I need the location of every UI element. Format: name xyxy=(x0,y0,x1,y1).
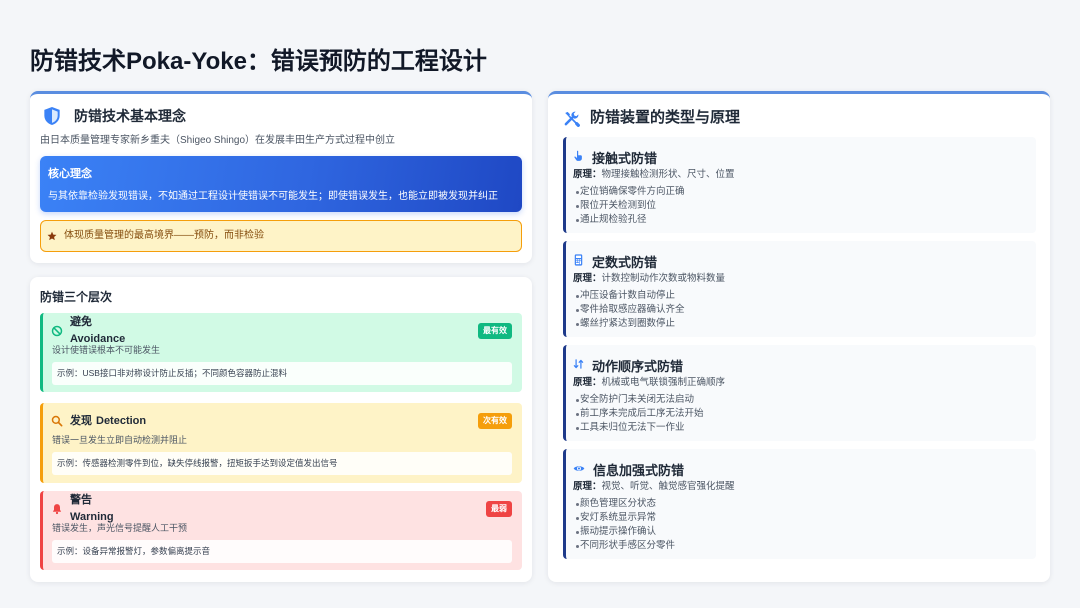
list-item: 振动提示操作确认 xyxy=(573,525,1026,539)
list-item: 螺丝拧紧达到圈数停止 xyxy=(573,317,1026,331)
device-principle: 原理：视觉、听觉、触觉感官强化提醒 xyxy=(573,481,1026,493)
principle-label: 原理： xyxy=(573,377,602,388)
principle-text: 计数控制动作次数或物料数量 xyxy=(601,273,726,284)
effectiveness-badge: 次有效 xyxy=(478,413,512,429)
list-item: 定位销确保零件方向正确 xyxy=(573,185,1026,199)
level-name-zh: 警告 xyxy=(70,494,92,506)
device-name: 信息加强式防错 xyxy=(593,463,685,478)
device-card-contact: 接触式防错 原理：物理接触检测形状、尺寸、位置 定位销确保零件方向正确 限位开关… xyxy=(563,137,1036,233)
level-title: 发现 Detection xyxy=(70,413,146,430)
level-example: 示例：USB接口非对称设计防止反插；不同颜色容器防止混料 xyxy=(52,362,512,385)
device-principle: 原理：物理接触检测形状、尺寸、位置 xyxy=(573,169,1026,181)
principle-text: 物理接触检测形状、尺寸、位置 xyxy=(601,169,735,180)
devices-card: 防错装置的类型与原理 接触式防错 原理：物理接触检测形状、尺寸、位置 定位销确保… xyxy=(548,91,1050,582)
philosophy-card: 防错技术基本理念 由日本质量管理专家新乡重夫（Shigeo Shingo）在发展… xyxy=(30,91,532,263)
device-points: 定位销确保零件方向正确 限位开关检测到位 通止规检验孔径 xyxy=(573,185,1026,227)
principle-label: 原理： xyxy=(573,169,602,180)
effectiveness-badge: 最有效 xyxy=(478,323,512,339)
calculator-icon xyxy=(574,254,583,266)
level-card-avoidance: 避免 Avoidance 最有效 设计使错误根本不可能发生 示例：USB接口非对… xyxy=(40,313,522,392)
device-points: 颜色管理区分状态 安灯系统显示异常 振动提示操作确认 不同形状手感区分零件 xyxy=(573,497,1026,553)
device-principle: 原理：机械或电气联锁强制正确顺序 xyxy=(573,377,1026,389)
device-header: 动作顺序式防错 xyxy=(573,357,1026,377)
device-name: 接触式防错 xyxy=(592,151,658,166)
core-concept-label: 核心理念 xyxy=(48,168,92,180)
level-card-warning: 警告 Warning 最弱 错误发生，声光信号提醒人工干预 示例：设备异常报警灯… xyxy=(40,491,522,570)
philosophy-header: 防错技术基本理念 xyxy=(43,105,186,127)
levels-heading: 防错三个层次 xyxy=(40,290,113,304)
device-points: 安全防护门未关闭无法启动 前工序未完成后工序无法开始 工具未归位无法下一作业 xyxy=(573,393,1026,435)
level-header: 发现 Detection 次有效 xyxy=(51,404,512,438)
principle-text: 视觉、听觉、触觉感官强化提醒 xyxy=(601,481,735,492)
level-header: 警告 Warning 最弱 xyxy=(51,492,512,526)
core-concept-box: 核心理念 与其依靠检验发现错误，不如通过工程设计使错误不可能发生；即使错误发生，… xyxy=(40,156,522,212)
device-name: 定数式防错 xyxy=(592,255,658,270)
level-example: 示例：设备异常报警灯，参数偏离提示音 xyxy=(52,540,512,563)
device-header: 接触式防错 xyxy=(573,149,1026,169)
list-item: 冲压设备计数自动停止 xyxy=(573,289,1026,303)
philosophy-heading: 防错技术基本理念 xyxy=(74,108,186,124)
eye-icon xyxy=(573,465,585,471)
level-name-zh: 避免 xyxy=(70,316,92,328)
level-title: 避免 Avoidance xyxy=(70,314,125,348)
device-name: 动作顺序式防错 xyxy=(592,359,684,374)
level-title: 警告 Warning xyxy=(70,492,114,526)
device-type-list: 接触式防错 原理：物理接触检测形状、尺寸、位置 定位销确保零件方向正确 限位开关… xyxy=(563,137,1036,567)
level-header: 避免 Avoidance 最有效 xyxy=(51,314,512,348)
levels-card: 防错三个层次 避免 Avoidance 最有效 设计使错误根本不可能发生 示例：… xyxy=(30,277,532,582)
effectiveness-badge: 最弱 xyxy=(486,501,512,517)
page-title: 防错技术Poka-Yoke：错误预防的工程设计 xyxy=(30,48,487,75)
device-header: 定数式防错 xyxy=(573,253,1026,273)
device-card-sequence: 动作顺序式防错 原理：机械或电气联锁强制正确顺序 安全防护门未关闭无法启动 前工… xyxy=(563,345,1036,441)
list-item: 前工序未完成后工序无法开始 xyxy=(573,407,1026,421)
ban-icon xyxy=(51,325,63,337)
core-concept-text: 与其依靠检验发现错误，不如通过工程设计使错误不可能发生；即使错误发生，也能立即被… xyxy=(48,191,498,202)
device-card-information: 信息加强式防错 原理：视觉、听觉、触觉感官强化提醒 颜色管理区分状态 安灯系统显… xyxy=(563,449,1036,559)
list-item: 安全防护门未关闭无法启动 xyxy=(573,393,1026,407)
level-description: 错误发生，声光信号提醒人工干预 xyxy=(52,523,188,533)
level-name-zh: 发现 xyxy=(70,414,92,427)
list-item: 零件拾取感应器确认齐全 xyxy=(573,303,1026,317)
list-item: 不同形状手感区分零件 xyxy=(573,539,1026,553)
slide: 防错技术Poka-Yoke：错误预防的工程设计 防错技术基本理念 由日本质量管理… xyxy=(0,0,1080,608)
list-item: 颜色管理区分状态 xyxy=(573,497,1026,511)
device-principle: 原理：计数控制动作次数或物料数量 xyxy=(573,273,1026,285)
highlight-text: 体现质量管理的最高境界——预防，而非检验 xyxy=(64,230,264,241)
level-card-detection: 发现 Detection 次有效 错误一旦发生立即自动检测并阻止 示例：传感器检测… xyxy=(40,403,522,483)
principle-label: 原理： xyxy=(573,273,602,284)
level-example: 示例：传感器检测零件到位，缺失停线报警，扭矩扳手达到设定值发出信号 xyxy=(52,452,512,475)
devices-header: 防错装置的类型与原理 xyxy=(563,106,740,130)
principle-text: 机械或电气联锁强制正确顺序 xyxy=(601,377,726,388)
search-icon xyxy=(51,415,63,427)
highlight-box: 体现质量管理的最高境界——预防，而非检验 xyxy=(40,220,522,252)
hand-pointer-icon xyxy=(574,150,582,161)
screwdriver-wrench-icon xyxy=(564,111,580,127)
list-item: 通止规检验孔径 xyxy=(573,213,1026,227)
principle-label: 原理： xyxy=(573,481,602,492)
philosophy-origin: 由日本质量管理专家新乡重夫（Shigeo Shingo）在发展丰田生产方式过程中… xyxy=(40,135,396,146)
level-description: 错误一旦发生立即自动检测并阻止 xyxy=(52,435,188,445)
device-points: 冲压设备计数自动停止 零件拾取感应器确认齐全 螺丝拧紧达到圈数停止 xyxy=(573,289,1026,331)
level-description: 设计使错误根本不可能发生 xyxy=(52,345,161,355)
list-item: 工具未归位无法下一作业 xyxy=(573,421,1026,435)
device-card-counting: 定数式防错 原理：计数控制动作次数或物料数量 冲压设备计数自动停止 零件拾取感应… xyxy=(563,241,1036,337)
shield-halved-icon xyxy=(44,107,60,125)
list-item: 限位开关检测到位 xyxy=(573,199,1026,213)
level-name-en: Detection xyxy=(96,414,147,427)
star-icon xyxy=(47,231,57,241)
list-item: 安灯系统显示异常 xyxy=(573,511,1026,525)
bell-icon xyxy=(52,504,62,515)
devices-heading: 防错装置的类型与原理 xyxy=(590,109,741,126)
device-header: 信息加强式防错 xyxy=(573,461,1026,481)
arrows-up-down-icon xyxy=(573,359,584,369)
